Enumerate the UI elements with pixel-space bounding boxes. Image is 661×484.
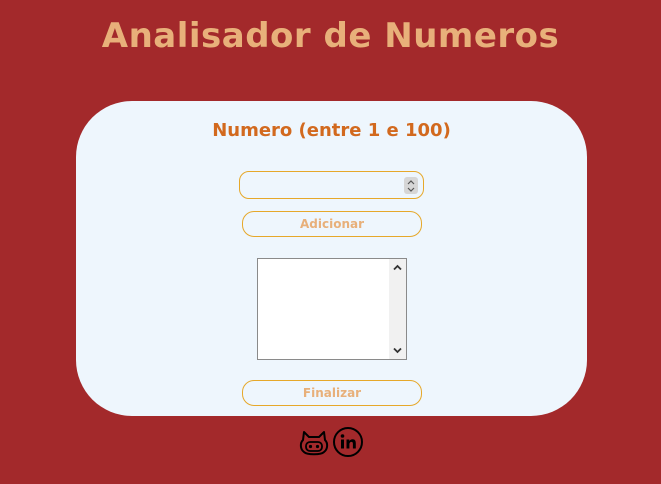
social-links	[298, 426, 364, 460]
add-button[interactable]: Adicionar	[242, 211, 422, 237]
scroll-down-icon[interactable]	[392, 346, 403, 355]
spin-down-icon[interactable]	[407, 186, 415, 193]
listbox-scrollbar[interactable]	[389, 259, 406, 359]
page-title: Analisador de Numeros	[101, 16, 560, 56]
spin-up-icon[interactable]	[407, 179, 415, 186]
scroll-up-icon[interactable]	[392, 263, 403, 272]
linkedin-icon[interactable]	[332, 426, 364, 458]
github-icon[interactable]	[298, 426, 330, 458]
number-input[interactable]	[239, 171, 424, 199]
number-spinner[interactable]	[404, 177, 418, 194]
numbers-listbox[interactable]	[257, 258, 407, 360]
number-label: Numero (entre 1 e 100)	[212, 120, 451, 141]
analyzer-card: Numero (entre 1 e 100) Adicionar Finaliz…	[76, 101, 587, 416]
finish-button[interactable]: Finalizar	[242, 380, 422, 406]
